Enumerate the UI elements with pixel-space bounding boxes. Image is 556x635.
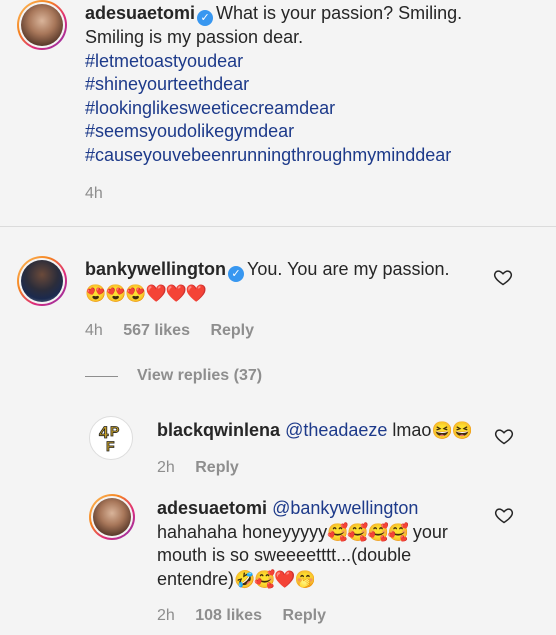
reply-blackqwinlena: blackqwinlena @theadaeze lmao😆😆	[157, 419, 487, 443]
reply-text: lmao	[387, 420, 432, 440]
comment-meta: 4h 567 likes Reply	[85, 322, 270, 340]
username[interactable]: adesuaetomi	[85, 3, 195, 23]
reply-text: hahahaha honeyyyyy	[157, 521, 328, 542]
avatar-image	[21, 260, 63, 302]
comment-emojis: 😍😍😍❤️❤️❤️	[85, 284, 207, 303]
verified-badge-icon: ✓	[228, 266, 245, 282]
comment-text: You. You are my passion.	[247, 259, 450, 279]
reply-button[interactable]: Reply	[210, 322, 254, 339]
avatar-ring	[19, 2, 65, 48]
view-replies-label: View replies (37)	[137, 367, 263, 384]
username[interactable]: adesuaetomi	[157, 498, 267, 518]
reply-meta: 2h Reply	[157, 459, 255, 477]
hashtag-link[interactable]: #seemsyoudolikegymdear	[85, 121, 294, 141]
like-heart-icon[interactable]	[494, 505, 514, 525]
comment-adesuaetomi: adesuaetomi ✓ What is your passion? Smilin…	[85, 2, 545, 167]
reply-text: entendre)	[157, 568, 235, 589]
reply-text: mouth is so sweeeetttt...(double	[157, 545, 412, 565]
like-heart-icon[interactable]	[494, 426, 514, 446]
svg-text:F: F	[106, 438, 115, 454]
comment-meta: 4h	[85, 185, 119, 203]
timestamp: 2h	[157, 459, 175, 476]
username[interactable]: blackqwinlena	[157, 420, 280, 440]
svg-text:P: P	[110, 423, 119, 439]
comment-bankywellington: bankywellington ✓ You. You are my passion.…	[85, 258, 485, 306]
reply-emojis: 😆😆	[431, 421, 472, 440]
timestamp: 4h	[85, 322, 103, 339]
avatar-blackqwinlena[interactable]: 4 P F	[89, 416, 133, 460]
four-pf-logo-icon: 4 P F	[99, 423, 120, 455]
avatar-adesuaetomi[interactable]	[89, 494, 135, 540]
comment-text: What is your passion? Smiling.	[216, 3, 463, 23]
avatar-bankywellington[interactable]	[17, 256, 67, 306]
view-replies-line	[85, 375, 118, 377]
reply-text: your	[407, 521, 448, 542]
view-replies-button[interactable]: View replies (37)	[85, 367, 262, 385]
hashtag-link[interactable]: #causeyouvebeenrunningthroughmyminddear	[85, 145, 451, 165]
comment-text: Smiling is my passion dear.	[85, 27, 304, 47]
username[interactable]: bankywellington	[85, 259, 226, 279]
divider	[0, 226, 556, 227]
timestamp: 4h	[85, 185, 103, 202]
likes-count[interactable]: 567 likes	[123, 322, 190, 339]
hashtag-link[interactable]: #shineyourteethdear	[85, 74, 249, 94]
timestamp: 2h	[157, 607, 175, 624]
reply-meta: 2h 108 likes Reply	[157, 607, 342, 625]
mention-link[interactable]: @bankywellington	[272, 498, 418, 518]
hashtag-link[interactable]: #letmetoastyoudear	[85, 51, 243, 71]
mention-link[interactable]: @theadaeze	[285, 420, 387, 440]
avatar-adesuaetomi[interactable]	[17, 0, 67, 50]
likes-count[interactable]: 108 likes	[195, 607, 262, 624]
reply-button[interactable]: Reply	[282, 607, 326, 624]
avatar-ring	[91, 496, 133, 538]
like-heart-icon[interactable]	[493, 267, 513, 287]
hashtag-link[interactable]: #lookinglikesweeticecreamdear	[85, 98, 335, 118]
reply-emojis: 🥰🥰🥰🥰	[327, 522, 409, 542]
reply-adesuaetomi: adesuaetomi @bankywellington hahahaha ho…	[157, 497, 487, 591]
reply-button[interactable]: Reply	[195, 459, 239, 476]
verified-badge-icon: ✓	[197, 10, 214, 26]
avatar-ring	[19, 258, 65, 304]
avatar-image	[21, 4, 63, 46]
avatar-image	[93, 498, 131, 536]
reply-emojis: 🤣🥰❤️🤭	[234, 569, 316, 589]
